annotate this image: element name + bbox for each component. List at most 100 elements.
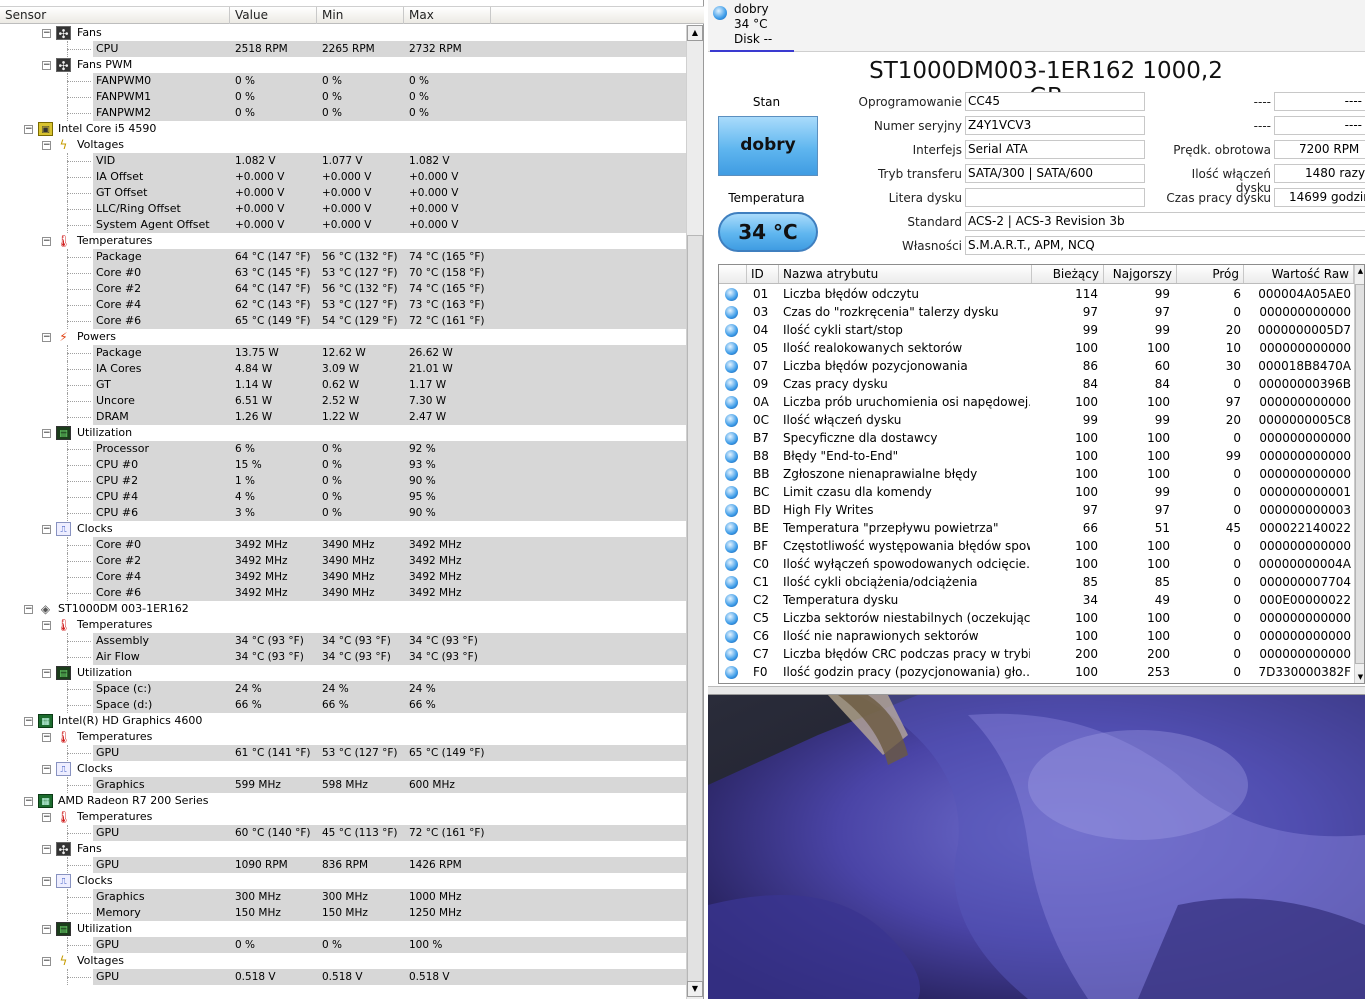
sensor-row[interactable]: DRAM 1.26 W 1.22 W 2.47 W: [0, 409, 686, 425]
sensor-group-row[interactable]: − ◈ ST1000DM 003-1ER162: [0, 601, 686, 617]
collapse-toggle-icon[interactable]: −: [42, 765, 51, 774]
scroll-thumb[interactable]: [687, 235, 703, 989]
sensor-row[interactable]: GT Offset +0.000 V +0.000 V +0.000 V: [0, 185, 686, 201]
collapse-toggle-icon[interactable]: −: [42, 733, 51, 742]
sensor-row[interactable]: GT 1.14 W 0.62 W 1.17 W: [0, 377, 686, 393]
sensor-row[interactable]: GPU 0 % 0 % 100 %: [0, 937, 686, 953]
sensor-row[interactable]: GPU 0.518 V 0.518 V 0.518 V: [0, 969, 686, 985]
sensor-group-row[interactable]: − ▦ Intel(R) HD Graphics 4600: [0, 713, 686, 729]
sensor-row[interactable]: Graphics 599 MHz 598 MHz 600 MHz: [0, 777, 686, 793]
sensor-group-row[interactable]: − 🌡 Temperatures: [0, 729, 686, 745]
column-header-sensor[interactable]: Sensor: [0, 7, 230, 24]
smart-row[interactable]: BE Temperatura "przepływu powietrza" 66 51 4…: [719, 519, 1354, 537]
sensor-group-row[interactable]: − ▦ AMD Radeon R7 200 Series: [0, 793, 686, 809]
smart-col-name[interactable]: Nazwa atrybutu: [779, 265, 1032, 283]
collapse-toggle-icon[interactable]: −: [42, 29, 51, 38]
smart-row[interactable]: C1 Ilość cykli obciążenia/odciążenia 85 85 0…: [719, 573, 1354, 591]
sensor-row[interactable]: Processor 6 % 0 % 92 %: [0, 441, 686, 457]
smart-col-threshold[interactable]: Próg: [1177, 265, 1244, 283]
smart-row[interactable]: 0C Ilość włączeń dysku 99 99 20 0000000005C8: [719, 411, 1354, 429]
sensor-group-row[interactable]: − ✣ Fans PWM: [0, 57, 686, 73]
smart-row[interactable]: F0 Ilość godzin pracy (pozycjonowania) gł…: [719, 663, 1354, 681]
sensor-group-row[interactable]: − 🌡 Temperatures: [0, 233, 686, 249]
smart-col-current[interactable]: Bieżący: [1032, 265, 1104, 283]
smart-row[interactable]: 09 Czas pracy dysku 84 84 0 00000000396B: [719, 375, 1354, 393]
smart-row[interactable]: 01 Liczba błędów odczytu 114 99 6 000004A05AE…: [719, 285, 1354, 303]
collapse-toggle-icon[interactable]: −: [42, 61, 51, 70]
smart-col-worst[interactable]: Najgorszy: [1104, 265, 1177, 283]
sensor-row[interactable]: LLC/Ring Offset +0.000 V +0.000 V +0.000 V: [0, 201, 686, 217]
column-header-value[interactable]: Value: [230, 7, 317, 24]
sensor-row[interactable]: Space (c:) 24 % 24 % 24 %: [0, 681, 686, 697]
sensor-row[interactable]: Assembly 34 °C (93 °F) 34 °C (93 °F) 34 °C …: [0, 633, 686, 649]
collapse-toggle-icon[interactable]: −: [42, 333, 51, 342]
collapse-toggle-icon[interactable]: −: [24, 605, 33, 614]
sensor-row[interactable]: Core #2 3492 MHz 3490 MHz 3492 MHz: [0, 553, 686, 569]
smart-row[interactable]: C7 Liczba błędów CRC podczas pracy w tryb…: [719, 645, 1354, 663]
health-status-button[interactable]: dobry: [718, 116, 818, 176]
smart-scroll-up-button[interactable]: ▲: [1355, 265, 1364, 277]
smart-row[interactable]: C0 Ilość wyłączeń spowodowanych odcięcie.…: [719, 555, 1354, 573]
column-header-min[interactable]: Min: [317, 7, 404, 24]
smart-row[interactable]: BC Limit czasu dla komendy 100 99 0 000000000…: [719, 483, 1354, 501]
sensor-group-row[interactable]: − ⎍ Clocks: [0, 521, 686, 537]
sensor-row[interactable]: Graphics 300 MHz 300 MHz 1000 MHz: [0, 889, 686, 905]
scroll-down-button[interactable]: ▼: [687, 981, 703, 997]
sensor-row[interactable]: CPU 2518 RPM 2265 RPM 2732 RPM: [0, 41, 686, 57]
smart-scrollbar[interactable]: ▲ ▼: [1354, 265, 1364, 683]
sensor-row[interactable]: CPU #0 15 % 0 % 93 %: [0, 457, 686, 473]
collapse-toggle-icon[interactable]: −: [42, 237, 51, 246]
sensor-row[interactable]: GPU 1090 RPM 836 RPM 1426 RPM: [0, 857, 686, 873]
sensor-row[interactable]: Uncore 6.51 W 2.52 W 7.30 W: [0, 393, 686, 409]
collapse-toggle-icon[interactable]: −: [42, 525, 51, 534]
sensor-row[interactable]: System Agent Offset +0.000 V +0.000 V +0.00…: [0, 217, 686, 233]
collapse-toggle-icon[interactable]: −: [42, 813, 51, 822]
sensor-group-row[interactable]: − ▣ Intel Core i5 4590: [0, 121, 686, 137]
smart-row[interactable]: 03 Czas do "rozkręcenia" talerzy dysku 97 9…: [719, 303, 1354, 321]
collapse-toggle-icon[interactable]: −: [42, 141, 51, 150]
sensor-group-row[interactable]: − 🌡 Temperatures: [0, 617, 686, 633]
sensor-row[interactable]: Air Flow 34 °C (93 °F) 34 °C (93 °F) 34 °C …: [0, 649, 686, 665]
sensor-row[interactable]: FANPWM2 0 % 0 % 0 %: [0, 105, 686, 121]
smart-scroll-down-button[interactable]: ▼: [1355, 671, 1364, 683]
sensor-group-row[interactable]: − ✣ Fans: [0, 25, 686, 41]
smart-row[interactable]: C5 Liczba sektorów niestabilnych (oczekuj…: [719, 609, 1354, 627]
smart-col-raw[interactable]: Wartość Raw: [1244, 265, 1354, 283]
sensor-row[interactable]: Package 13.75 W 12.62 W 26.62 W: [0, 345, 686, 361]
sensor-row[interactable]: Core #6 65 °C (149 °F) 54 °C (129 °F) 72 °C…: [0, 313, 686, 329]
sensor-group-row[interactable]: − ⎍ Clocks: [0, 873, 686, 889]
smart-row[interactable]: 0A Liczba prób uruchomienia osi napędowej…: [719, 393, 1354, 411]
collapse-toggle-icon[interactable]: −: [42, 925, 51, 934]
sensor-row[interactable]: IA Cores 4.84 W 3.09 W 21.01 W: [0, 361, 686, 377]
collapse-toggle-icon[interactable]: −: [24, 717, 33, 726]
sensor-row[interactable]: GPU 61 °C (141 °F) 53 °C (127 °F) 65 °C (14…: [0, 745, 686, 761]
sensor-row[interactable]: FANPWM0 0 % 0 % 0 %: [0, 73, 686, 89]
sensor-scrollbar[interactable]: ▲ ▼: [686, 25, 703, 999]
smart-col-id[interactable]: ID: [747, 265, 779, 283]
disk-tab[interactable]: dobry 34 °C Disk --: [710, 2, 794, 52]
sensor-row[interactable]: Core #6 3492 MHz 3490 MHz 3492 MHz: [0, 585, 686, 601]
smart-scroll-thumb[interactable]: [1355, 284, 1364, 664]
temperature-indicator[interactable]: 34 °C: [718, 212, 818, 252]
smart-row[interactable]: C6 Ilość nie naprawionych sektorów 100 100 0…: [719, 627, 1354, 645]
collapse-toggle-icon[interactable]: −: [42, 877, 51, 886]
collapse-toggle-icon[interactable]: −: [42, 845, 51, 854]
sensor-tree[interactable]: − ✣ Fans CPU 2518 RPM 2265 RPM 2732 RPM − ✣ Fans …: [0, 25, 686, 997]
scroll-up-button[interactable]: ▲: [687, 25, 703, 41]
smart-attributes-table[interactable]: ID Nazwa atrybutu Bieżący Najgorszy Próg…: [718, 264, 1365, 684]
smart-row[interactable]: 05 Ilość realokowanych sektorów 100 100 10 00…: [719, 339, 1354, 357]
sensor-group-row[interactable]: − ⚡ Powers: [0, 329, 686, 345]
sensor-row[interactable]: Core #2 64 °C (147 °F) 56 °C (132 °F) 74 °C…: [0, 281, 686, 297]
sensor-row[interactable]: VID 1.082 V 1.077 V 1.082 V: [0, 153, 686, 169]
sensor-row[interactable]: Package 64 °C (147 °F) 56 °C (132 °F) 74 °C…: [0, 249, 686, 265]
smart-row[interactable]: BD High Fly Writes 97 97 0 000000000003: [719, 501, 1354, 519]
smart-row[interactable]: 07 Liczba błędów pozycjonowania 86 60 30 0000…: [719, 357, 1354, 375]
sensor-group-row[interactable]: − ▤ Utilization: [0, 425, 686, 441]
sensor-row[interactable]: GPU 60 °C (140 °F) 45 °C (113 °F) 72 °C (16…: [0, 825, 686, 841]
sensor-group-row[interactable]: − ϟ Voltages: [0, 137, 686, 153]
sensor-group-row[interactable]: − 🌡 Temperatures: [0, 809, 686, 825]
sensor-row[interactable]: CPU #6 3 % 0 % 90 %: [0, 505, 686, 521]
collapse-toggle-icon[interactable]: −: [42, 957, 51, 966]
collapse-toggle-icon[interactable]: −: [42, 669, 51, 678]
sensor-row[interactable]: Core #0 3492 MHz 3490 MHz 3492 MHz: [0, 537, 686, 553]
